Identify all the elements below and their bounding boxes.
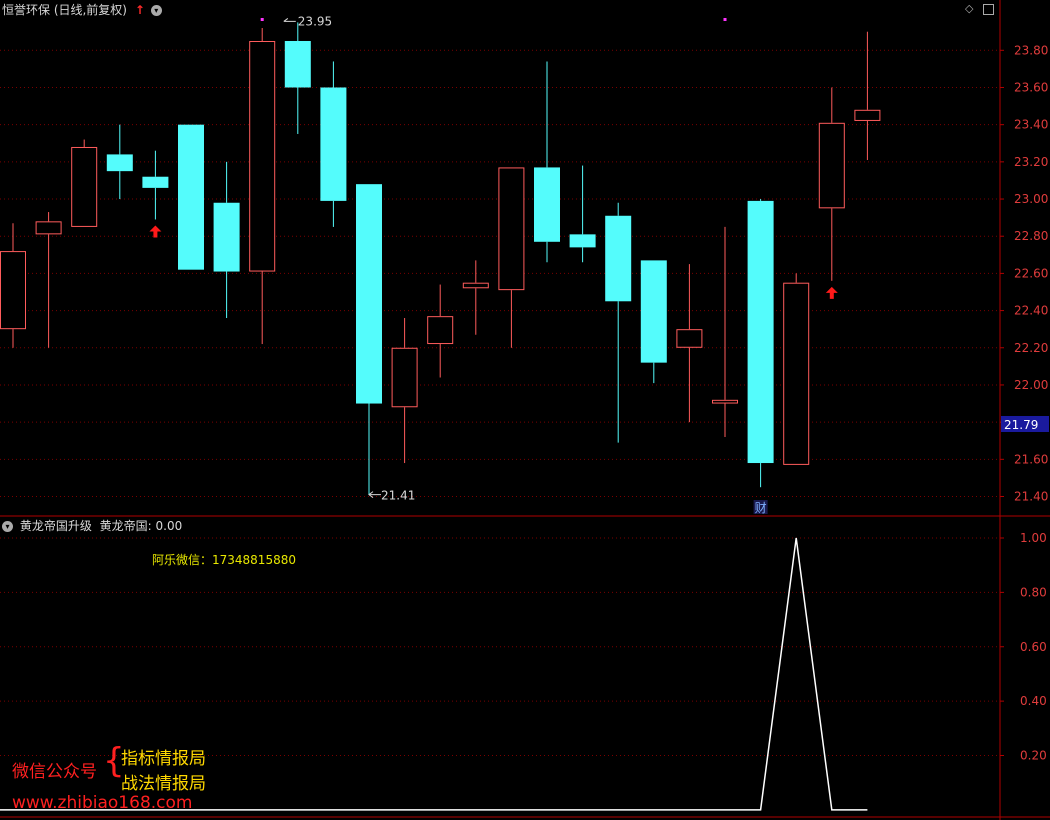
candle [747,199,774,488]
indicator-tick-label: 0.20 [1020,749,1047,763]
dropdown-icon[interactable]: ▾ [150,5,162,16]
candle [605,202,632,443]
candle-body [712,399,738,404]
candle-body [462,282,489,289]
candle-body [676,329,703,348]
restore-window-icon[interactable] [982,3,994,15]
price-tick-label: 23.60 [1014,80,1048,94]
candle [178,124,204,270]
candle-body [249,41,276,272]
candle-body [320,87,347,201]
candle-body [35,221,62,235]
candle [783,273,810,465]
buy-arrow-icon [825,286,838,299]
candle [391,318,418,464]
price-tick-label: 23.00 [1014,192,1048,206]
candle [712,226,738,438]
candle-body [142,176,169,188]
indicator-tick-label: 0.40 [1020,694,1047,708]
candle [676,264,703,423]
price-tick-label: 22.80 [1014,229,1048,243]
stock-title: 恒誉环保 (日线,前复权) [2,3,127,17]
candle [106,124,133,200]
candle-body [391,347,418,408]
diamond-icon[interactable]: ◇ [965,2,973,15]
candle-body [747,200,774,464]
price-tick-label: 22.60 [1014,266,1048,280]
candle-body [498,167,525,291]
price-tick-label: 23.40 [1014,118,1048,132]
candle [462,260,489,335]
indicator-tick-label: 0.60 [1020,640,1047,654]
candle [818,87,845,281]
candle [249,27,276,345]
candle [356,184,382,495]
candle [213,161,240,319]
candle-body [569,234,596,248]
candle [498,167,525,348]
candle [569,165,596,263]
chart-title: 恒誉环保 (日线,前复权) ↑ ▾ [2,1,162,18]
price-tick-label: 23.20 [1014,155,1048,169]
candle-body [534,167,560,242]
current-price-label: 21.79 [1004,418,1038,432]
candle-body [818,122,845,209]
candle-body [213,202,240,272]
candle-body [854,109,881,121]
candle-body [427,316,454,345]
chart-canvas: 23.95 21.41 财 23.80 23.60 23.40 23.20 23.00 22.… [0,0,1050,820]
high-pointer-icon [283,18,296,22]
indicator-tick-label: 0.80 [1020,585,1047,599]
candle [71,139,98,227]
contact-text: 阿乐微信：17348815880 [152,553,296,567]
candle-body [783,282,810,465]
indicator-header: ▾ 黄龙帝国升级 黄龙帝国: 0.00 [2,517,182,534]
price-tick-label: 21.40 [1014,490,1048,504]
signal-dot-marker [260,18,264,21]
indicator-name: 黄龙帝国升级 [19,519,92,533]
candle-body [356,184,382,404]
candle-body [71,146,98,227]
candle [854,31,881,160]
price-tick-label: 23.80 [1014,43,1048,57]
candle [284,22,311,134]
window-controls: ◇ [965,2,994,15]
price-tick-label: 22.40 [1014,304,1048,318]
watermark-line2: 战法情报局 [121,774,206,794]
candle [640,260,667,384]
candle-body [605,215,632,302]
candle-body [640,260,667,363]
candle [427,284,454,378]
candle-body [178,124,204,270]
watermark-prefix: 微信公众号 [12,762,97,782]
candle [142,150,169,220]
watermark-url: www.zhibiao168.com [12,793,193,813]
buy-arrow-icon [149,225,162,238]
indicator-tick-label: 1.00 [1020,531,1047,545]
candle-body [106,154,133,172]
candle [320,61,347,227]
candle-body [0,251,26,330]
price-tick-label: 22.00 [1014,378,1048,392]
candle [35,212,62,348]
high-price-label: 23.95 [298,14,332,28]
finance-marker-label: 财 [755,501,767,515]
indicator-value: 黄龙帝国: 0.00 [99,519,183,533]
red-up-arrow-icon: ↑ [134,3,145,17]
candle-body [284,41,311,88]
price-tick-label: 22.20 [1014,341,1048,355]
indicator-dropdown-icon[interactable]: ▾ [2,521,13,532]
price-tick-label: 21.60 [1014,452,1048,466]
watermark-line1: 指标情报局 [121,749,206,769]
candle [0,223,26,348]
signal-dot-marker [723,18,727,21]
low-price-label: 21.41 [381,489,415,503]
